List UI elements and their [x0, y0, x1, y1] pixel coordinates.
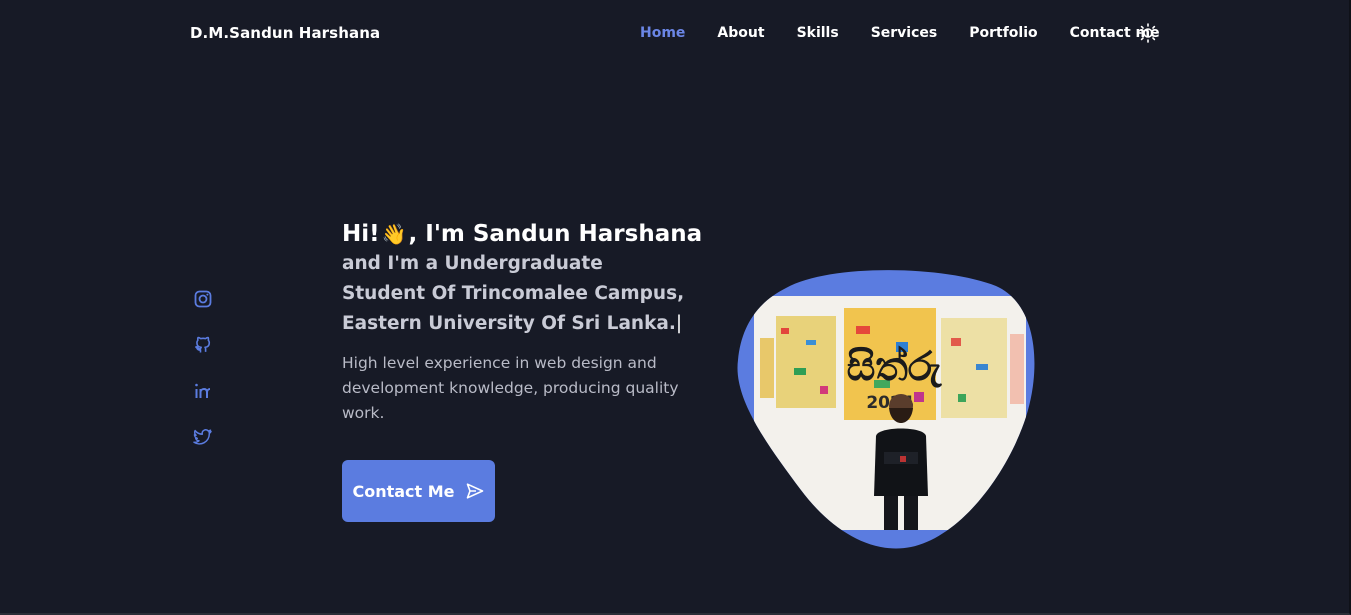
- twitter-link[interactable]: [193, 427, 213, 447]
- subtitle-text: and I'm a Undergraduate Student Of Trinc…: [342, 253, 685, 334]
- waving-hand-icon: 👋: [381, 222, 407, 246]
- nav-services[interactable]: Services: [871, 24, 938, 42]
- send-icon: [466, 483, 483, 499]
- image-caption-sinhala: සිත්රු: [847, 344, 943, 390]
- instagram-icon: [194, 290, 212, 308]
- social-links: [193, 289, 215, 473]
- header: D.M.Sandun Harshana Home About Skills Se…: [0, 0, 1349, 66]
- greeting-prefix: Hi!: [342, 221, 380, 247]
- main-nav: Home About Skills Services Portfolio Con…: [640, 24, 1192, 42]
- contact-me-label: Contact Me: [352, 481, 455, 501]
- instagram-link[interactable]: [193, 289, 213, 309]
- typing-caret: |: [675, 313, 683, 334]
- twitter-icon: [193, 429, 212, 445]
- profile-image: සිත්රු 2024: [736, 268, 1038, 550]
- nav-portfolio[interactable]: Portfolio: [969, 24, 1037, 42]
- nav-skills[interactable]: Skills: [797, 24, 839, 42]
- hero-greeting: Hi! 👋, I'm Sandun Harshana: [342, 219, 702, 249]
- sun-icon: [1138, 23, 1158, 43]
- brand-logo[interactable]: D.M.Sandun Harshana: [190, 24, 380, 42]
- hero-intro: Hi! 👋, I'm Sandun Harshana and I'm a Unde…: [342, 219, 702, 442]
- linkedin-icon: [195, 383, 211, 398]
- nav-about[interactable]: About: [717, 24, 764, 42]
- theme-toggle-button[interactable]: [1137, 22, 1159, 44]
- page: D.M.Sandun Harshana Home About Skills Se…: [0, 0, 1351, 615]
- nav-home[interactable]: Home: [640, 24, 685, 42]
- contact-me-button[interactable]: Contact Me: [342, 460, 495, 522]
- github-icon: [195, 336, 211, 353]
- hero-description: High level experience in web design and …: [342, 354, 679, 422]
- linkedin-link[interactable]: [193, 381, 213, 401]
- greeting-name: , I'm Sandun Harshana: [408, 221, 703, 247]
- hero-subtitle: and I'm a Undergraduate Student Of Trinc…: [342, 249, 692, 339]
- github-link[interactable]: [193, 335, 213, 355]
